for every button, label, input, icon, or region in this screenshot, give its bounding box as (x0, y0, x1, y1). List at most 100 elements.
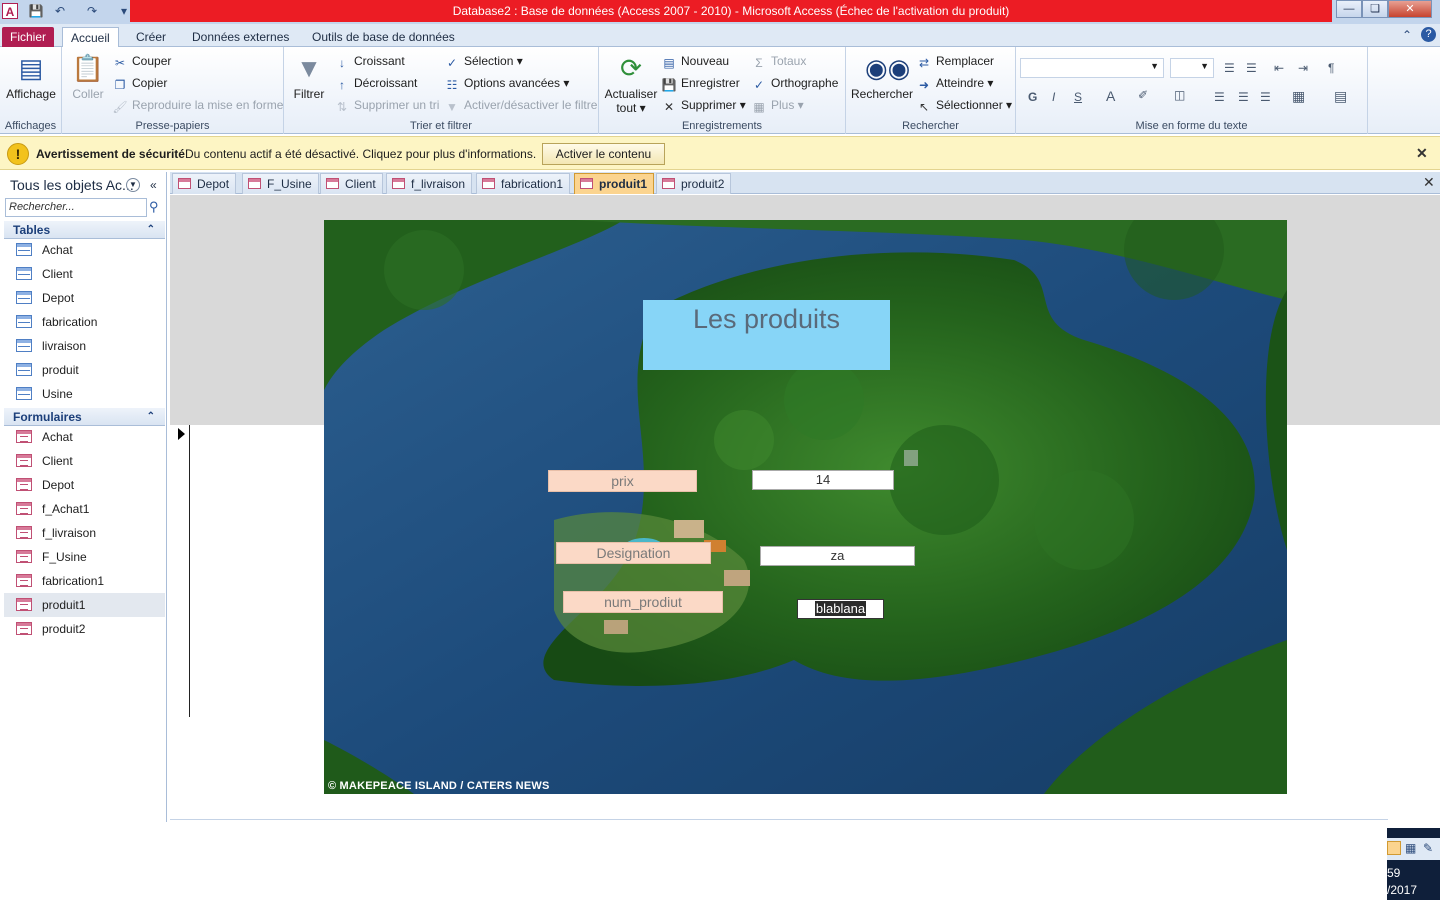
field-prix[interactable]: 14 (752, 470, 894, 490)
doc-tab-fabrication1[interactable]: fabrication1 (476, 173, 571, 194)
bullets-icon[interactable]: ☰ (1224, 61, 1235, 75)
find-button[interactable]: ◉◉ Rechercher (850, 51, 914, 101)
collapse-section-icon[interactable]: ⌃ (147, 221, 155, 239)
close-document-icon[interactable]: ✕ (1423, 174, 1435, 191)
numbering-icon[interactable]: ☰ (1246, 61, 1257, 75)
tab-creer[interactable]: Créer (128, 27, 174, 47)
help-icon[interactable]: ? (1421, 27, 1436, 42)
refresh-all-button[interactable]: ⟳ Actualiser tout ▾ (603, 51, 659, 115)
font-name-combo[interactable]: ▼ (1020, 58, 1164, 78)
gridlines-icon[interactable]: ▦ (1292, 88, 1305, 105)
maximize-button[interactable]: ❏ (1362, 0, 1388, 18)
spelling-button[interactable]: ✓ Orthographe (751, 75, 838, 92)
cut-button[interactable]: ✂ Couper (112, 53, 171, 70)
collapse-section-icon[interactable]: ⌃ (147, 408, 155, 426)
format-painter-button[interactable]: 🖌 Reproduire la mise en forme (112, 97, 283, 114)
doc-tab-depot[interactable]: Depot (172, 173, 237, 194)
nav-table-fabrication[interactable]: fabrication (4, 310, 165, 334)
nav-pane-header[interactable]: Tous les objets Ac... ▼ « (4, 174, 166, 196)
nav-table-client[interactable]: Client (4, 262, 165, 286)
goto-button[interactable]: ➜ Atteindre ▾ (916, 75, 993, 92)
replace-button[interactable]: ⇄ Remplacer (916, 53, 994, 70)
nav-form-fabrication1[interactable]: fabrication1 (4, 569, 165, 593)
bold-button[interactable]: G (1028, 90, 1037, 104)
design-view-icon[interactable]: ✎ (1423, 841, 1433, 855)
decrease-indent-icon[interactable]: ⇤ (1274, 61, 1284, 75)
tab-outils-bdd[interactable]: Outils de base de données (304, 27, 463, 47)
doc-tab-produit2[interactable]: produit2 (656, 173, 732, 194)
doc-tab-f-livraison[interactable]: f_livraison (386, 173, 473, 194)
sort-desc-button[interactable]: ↑ Décroissant (334, 75, 417, 92)
tab-fichier[interactable]: Fichier (2, 27, 55, 47)
rtl-icon[interactable]: ¶ (1328, 61, 1334, 75)
remove-sort-button[interactable]: ⇅ Supprimer un tri (334, 97, 439, 114)
nav-form-f-usine[interactable]: F_Usine (4, 545, 165, 569)
nav-form-depot[interactable]: Depot (4, 473, 165, 497)
tab-accueil[interactable]: Accueil (62, 27, 119, 48)
nav-section-tables[interactable]: Tables ⌃ (4, 221, 165, 239)
save-record-button[interactable]: 💾 Enregistrer (661, 75, 740, 92)
selection-button[interactable]: ✓ Sélection ▾ (444, 53, 523, 70)
doc-tab-client[interactable]: Client (320, 173, 383, 194)
nav-table-usine[interactable]: Usine (4, 382, 165, 406)
fill-color-icon[interactable]: ◫ (1174, 88, 1185, 102)
nav-form-produit1[interactable]: produit1 (4, 593, 165, 617)
sort-asc-button[interactable]: ↓ Croissant (334, 53, 405, 70)
alt-row-color-icon[interactable]: ▤ (1334, 88, 1347, 105)
doc-tab-f-usine[interactable]: F_Usine (242, 173, 319, 194)
align-center-icon[interactable]: ☰ (1238, 90, 1249, 104)
totals-button[interactable]: Σ Totaux (751, 53, 806, 70)
nav-form-client[interactable]: Client (4, 449, 165, 473)
chevron-down-icon[interactable]: ▼ (126, 178, 140, 192)
minimize-ribbon-icon[interactable]: ⌃ (1402, 28, 1412, 42)
font-color-icon[interactable]: A (1106, 88, 1115, 104)
font-size-combo[interactable]: ▼ (1170, 58, 1214, 78)
filter-button[interactable]: ▼ Filtrer (290, 51, 328, 101)
collapse-pane-icon[interactable]: « (150, 174, 157, 196)
tab-donnees-externes[interactable]: Données externes (184, 27, 297, 47)
new-record-button[interactable]: ▤ Nouveau (661, 53, 729, 70)
highlight-icon[interactable]: ✐ (1138, 88, 1148, 102)
horizontal-scrollbar[interactable] (170, 819, 1388, 823)
close-button[interactable]: ✕ (1388, 0, 1432, 18)
search-input[interactable]: Rechercher... (5, 198, 147, 217)
align-left-icon[interactable]: ☰ (1214, 90, 1225, 104)
chevron-down-icon: ▼ (1200, 61, 1209, 71)
close-icon[interactable]: ✕ (1416, 145, 1428, 162)
undo-icon[interactable]: ↶ (52, 3, 68, 19)
nav-table-livraison[interactable]: livraison (4, 334, 165, 358)
increase-indent-icon[interactable]: ⇥ (1298, 61, 1308, 75)
nav-form-f-achat1[interactable]: f_Achat1 (4, 497, 165, 521)
field-designation[interactable]: za (760, 546, 915, 566)
more-button[interactable]: ▦ Plus ▾ (751, 97, 803, 114)
save-icon[interactable]: 💾 (28, 3, 44, 19)
access-app-icon[interactable]: A (2, 3, 18, 19)
nav-form-achat[interactable]: Achat (4, 425, 165, 449)
record-selector[interactable] (170, 425, 190, 717)
copy-button[interactable]: ❐ Copier (112, 75, 168, 92)
paste-button[interactable]: 📋 Coller (68, 51, 108, 101)
align-right-icon[interactable]: ☰ (1260, 90, 1271, 104)
nav-table-achat[interactable]: Achat (4, 238, 165, 262)
delete-record-button[interactable]: ✕ Supprimer ▾ (661, 97, 746, 114)
redo-icon[interactable]: ↷ (84, 3, 100, 19)
minimize-button[interactable]: — (1336, 0, 1362, 18)
layout-view-icon[interactable]: ▦ (1405, 841, 1416, 855)
field-num-prodiut[interactable]: blablana (797, 599, 884, 619)
nav-form-produit2[interactable]: produit2 (4, 617, 165, 641)
nav-form-f-livraison[interactable]: f_livraison (4, 521, 165, 545)
search-icon[interactable]: ⚲ (149, 199, 159, 215)
select-button[interactable]: ↖ Sélectionner ▾ (916, 97, 1012, 114)
doc-tab-produit1[interactable]: produit1 (574, 173, 654, 194)
underline-button[interactable]: S (1074, 90, 1082, 104)
toggle-filter-button[interactable]: ▼ Activer/désactiver le filtre (444, 97, 597, 114)
form-view-icon[interactable] (1387, 841, 1401, 855)
nav-table-produit[interactable]: produit (4, 358, 165, 382)
security-warning-message[interactable]: Du contenu actif a été désactivé. Clique… (185, 147, 536, 161)
advanced-options-button[interactable]: ☷ Options avancées ▾ (444, 75, 570, 92)
nav-section-formulaires[interactable]: Formulaires ⌃ (4, 408, 165, 426)
italic-button[interactable]: I (1052, 90, 1055, 104)
enable-content-button[interactable]: Activer le contenu (542, 143, 665, 165)
nav-table-depot[interactable]: Depot (4, 286, 165, 310)
view-button[interactable]: ▤ Affichage (4, 51, 58, 101)
